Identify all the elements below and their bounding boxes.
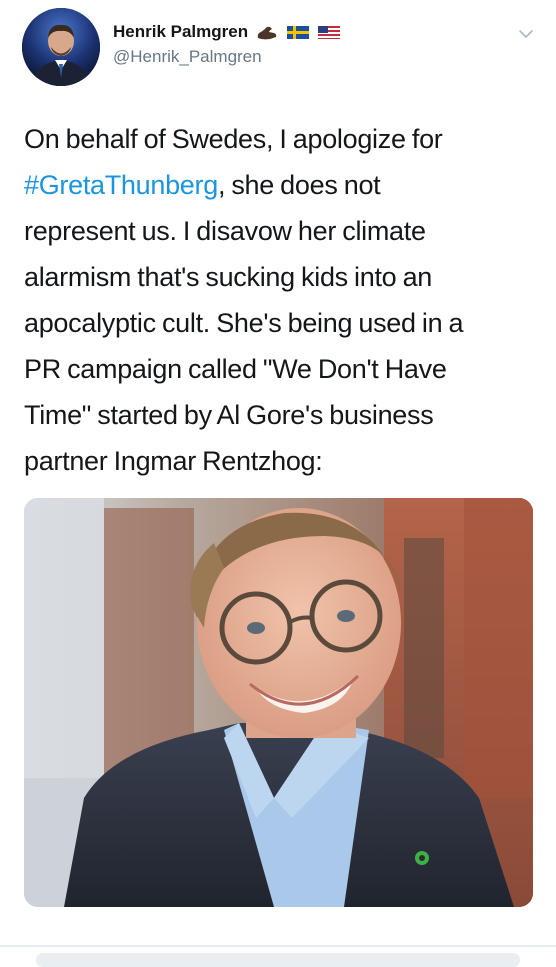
tweet-text-line: partner Ingmar Rentzhog: bbox=[24, 446, 323, 476]
tweet-header: Henrik Palmgren @Henrik_Palmgren bbox=[113, 21, 341, 67]
handle[interactable]: @Henrik_Palmgren bbox=[113, 47, 341, 67]
avatar[interactable] bbox=[22, 8, 100, 86]
us-flag-icon bbox=[318, 26, 341, 39]
hashtag-link[interactable]: #GretaThunberg bbox=[24, 170, 218, 200]
tweet-text-line: apocalyptic cult. She's being used in a bbox=[24, 308, 464, 338]
display-name-row: Henrik Palmgren bbox=[113, 21, 341, 43]
tweet-text-line: alarmism that's sucking kids into an bbox=[24, 262, 433, 292]
tweet-text-line: Time" started by Al Gore's business bbox=[24, 400, 434, 430]
tweet-card: Henrik Palmgren @Henrik_Palmgren On beha… bbox=[0, 0, 556, 967]
divider bbox=[0, 945, 556, 947]
tweet-text-fragment: , she does not bbox=[217, 170, 381, 200]
swedish-flag-icon bbox=[287, 26, 310, 39]
portrait-photo bbox=[24, 498, 533, 907]
tweet-photo[interactable] bbox=[24, 498, 533, 907]
display-name[interactable]: Henrik Palmgren bbox=[113, 22, 248, 42]
tweet-text-line: represent us. I disavow her climate bbox=[24, 216, 426, 246]
avatar-photo bbox=[22, 8, 100, 86]
tweet-text: On behalf of Swedes, I apologize for #Gr… bbox=[24, 116, 534, 484]
flexed-arm-icon bbox=[257, 26, 277, 40]
tweet-text-line: PR campaign called "We Don't Have bbox=[24, 354, 447, 384]
chevron-down-icon[interactable] bbox=[518, 28, 534, 40]
tweet-text-line: #GretaThunberg, she does not bbox=[24, 162, 534, 208]
tweet-text-line: On behalf of Swedes, I apologize for bbox=[24, 124, 443, 154]
reply-bar[interactable] bbox=[36, 953, 520, 967]
